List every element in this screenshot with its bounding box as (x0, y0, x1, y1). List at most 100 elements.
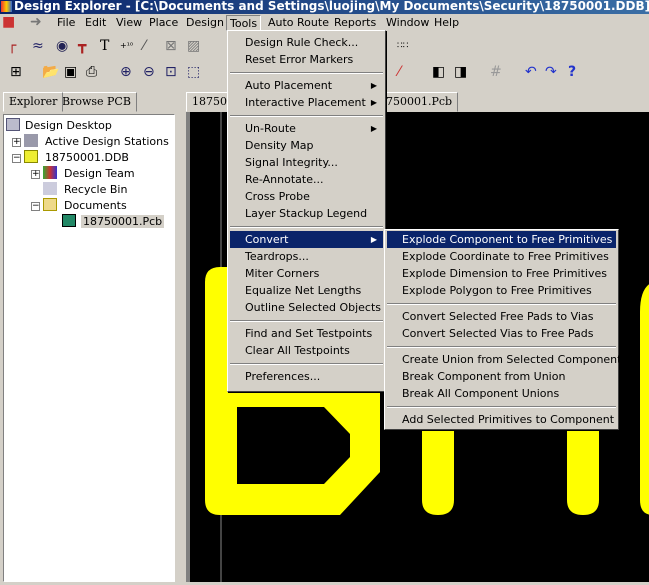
menu-item-explode-dimension[interactable]: Explode Dimension to Free Primitives (387, 265, 616, 282)
menu-item-re-annotate[interactable]: Re-Annotate... (230, 171, 383, 188)
silkscreen-stroke (640, 284, 649, 515)
menu-item-design-rule-check[interactable]: Design Rule Check... (230, 34, 383, 51)
tree-item-active-design-stations[interactable]: Active Design Stations (24, 134, 169, 150)
label: Convert (245, 233, 289, 246)
text-icon[interactable]: T (100, 38, 109, 54)
expand-toggle[interactable]: + (31, 170, 40, 179)
menu-item-un-route[interactable]: Un-Route ▶ (230, 120, 383, 137)
menu-item-preferences[interactable]: Preferences... (230, 368, 383, 385)
submenu-arrow-icon: ▶ (370, 98, 377, 107)
menu-view[interactable]: View (113, 15, 145, 31)
menu-separator (230, 226, 383, 228)
menu-item-break-all-unions[interactable]: Break All Component Unions (387, 385, 616, 402)
zoom-fit-icon[interactable]: ⊡ (165, 64, 177, 80)
menu-item-pads-to-vias[interactable]: Convert Selected Free Pads to Vias (387, 308, 616, 325)
polygon-icon[interactable]: ▨ (187, 38, 200, 54)
menu-item-convert[interactable]: Convert ▶ (230, 231, 383, 248)
pad-icon[interactable]: ◉ (56, 38, 68, 54)
tree-item-recycle-bin[interactable]: Recycle Bin (43, 182, 127, 198)
zoom-area-icon[interactable]: ⬚ (187, 64, 200, 80)
tools-menu: Design Rule Check... Reset Error Markers… (227, 30, 386, 392)
tree-item-ddb[interactable]: 18750001.DDB (24, 150, 129, 166)
workstation-icon (24, 134, 38, 147)
menu-separator (230, 320, 383, 322)
save-icon[interactable]: ▣ (64, 64, 77, 80)
wand-icon[interactable]: ⁄ (398, 64, 400, 80)
team-icon (43, 166, 57, 179)
grid-icon[interactable]: # (490, 64, 502, 80)
collapse-toggle[interactable]: − (12, 154, 21, 163)
convert-submenu: Explode Component to Free Primitives Exp… (384, 229, 627, 430)
tree-item-documents[interactable]: Documents (43, 198, 127, 214)
menu-separator (387, 303, 616, 305)
label: Interactive Placement (245, 96, 366, 109)
menu-item-teardrops[interactable]: Teardrops... (230, 248, 383, 265)
open-icon[interactable]: 📂 (42, 64, 59, 80)
array-icon[interactable]: ∷∷ (397, 38, 408, 54)
route-icon[interactable]: ┌ (8, 38, 16, 54)
menu-edit[interactable]: Edit (82, 15, 109, 31)
menu-item-reset-error-markers[interactable]: Reset Error Markers (230, 51, 383, 68)
app-menu-icon[interactable]: ■ (2, 14, 15, 30)
bus-icon[interactable]: ≈ (32, 38, 44, 54)
help-icon[interactable]: ? (568, 64, 576, 80)
menu-item-explode-polygon[interactable]: Explode Polygon to Free Primitives (387, 282, 616, 299)
redo-icon[interactable]: ↷ (545, 64, 557, 80)
menu-auto-route[interactable]: Auto Route (265, 15, 332, 31)
print-icon[interactable]: ⎙ (86, 64, 97, 80)
tree-item-design-desktop[interactable]: Design Desktop (6, 118, 112, 134)
menu-item-vias-to-pads[interactable]: Convert Selected Vias to Free Pads (387, 325, 616, 342)
menu-separator (387, 406, 616, 408)
tab-browse-pcb[interactable]: Browse PCB (56, 92, 137, 112)
submenu-arrow-icon: ▶ (370, 81, 377, 90)
doc-tab-1[interactable]: 18750 (186, 92, 233, 112)
menu-window[interactable]: Window (383, 15, 432, 31)
zoom-out-icon[interactable]: ⊖ (143, 64, 155, 80)
desktop-icon (6, 118, 20, 131)
menu-item-equalize-net-lengths[interactable]: Equalize Net Lengths (230, 282, 383, 299)
menu-item-interactive-placement[interactable]: Interactive Placement ▶ (230, 94, 383, 111)
menu-place[interactable]: Place (146, 15, 181, 31)
label: Un-Route (245, 122, 296, 135)
menu-item-miter-corners[interactable]: Miter Corners (230, 265, 383, 282)
browse-library-icon[interactable]: ◨ (454, 64, 467, 80)
menu-item-break-component-from-union[interactable]: Break Component from Union (387, 368, 616, 385)
menu-item-explode-coordinate[interactable]: Explode Coordinate to Free Primitives (387, 248, 616, 265)
menu-item-auto-placement[interactable]: Auto Placement ▶ (230, 77, 383, 94)
menu-item-density-map[interactable]: Density Map (230, 137, 383, 154)
menu-tools[interactable]: Tools (226, 15, 262, 31)
tree-icon[interactable]: ⊞ (10, 64, 22, 80)
coordinate-icon[interactable]: +¹⁰ (120, 38, 133, 54)
menu-item-layer-stackup-legend[interactable]: Layer Stackup Legend (230, 205, 383, 222)
undo-icon[interactable]: ↶ (525, 64, 537, 80)
zoom-in-icon[interactable]: ⊕ (120, 64, 132, 80)
menu-item-find-and-set-testpoints[interactable]: Find and Set Testpoints (230, 325, 383, 342)
library-icon[interactable]: ◧ (432, 64, 445, 80)
tab-explorer[interactable]: Explorer (3, 92, 64, 112)
menu-item-signal-integrity[interactable]: Signal Integrity... (230, 154, 383, 171)
menu-item-clear-all-testpoints[interactable]: Clear All Testpoints (230, 342, 383, 359)
menu-item-explode-component[interactable]: Explode Component to Free Primitives (387, 231, 616, 248)
doc-tab-pcb[interactable]: 750001.Pcb (380, 92, 459, 112)
collapse-toggle[interactable]: − (31, 202, 40, 211)
via-icon[interactable]: ┳ (78, 38, 86, 54)
menu-item-outline-selected-objects[interactable]: Outline Selected Objects (230, 299, 383, 316)
fill-icon[interactable]: ⊠ (165, 38, 177, 54)
menu-item-add-primitives-to-component[interactable]: Add Selected Primitives to Component (387, 411, 616, 428)
dimension-icon[interactable]: ⁄ (143, 38, 145, 54)
menu-design[interactable]: Design (183, 15, 227, 31)
tree-item-design-team[interactable]: Design Team (43, 166, 135, 182)
menu-item-create-union[interactable]: Create Union from Selected Components (387, 351, 627, 368)
window-title: Design Explorer - [C:\Documents and Sett… (14, 0, 649, 13)
explorer-tree: Design Desktop + Active Design Stations … (3, 114, 175, 582)
expand-toggle[interactable]: + (12, 138, 21, 147)
back-arrow-icon[interactable]: ➜ (30, 14, 42, 30)
menu-item-cross-probe[interactable]: Cross Probe (230, 188, 383, 205)
submenu-arrow-icon: ▶ (370, 124, 377, 133)
tree-item-pcb-file[interactable]: 18750001.Pcb (62, 214, 165, 230)
menu-help[interactable]: Help (431, 15, 462, 31)
explorer-panel: Explorer Browse PCB Design Desktop + Act… (0, 90, 182, 582)
menu-file[interactable]: File (54, 15, 78, 31)
menu-reports[interactable]: Reports (331, 15, 379, 31)
submenu-arrow-icon: ▶ (370, 235, 377, 244)
